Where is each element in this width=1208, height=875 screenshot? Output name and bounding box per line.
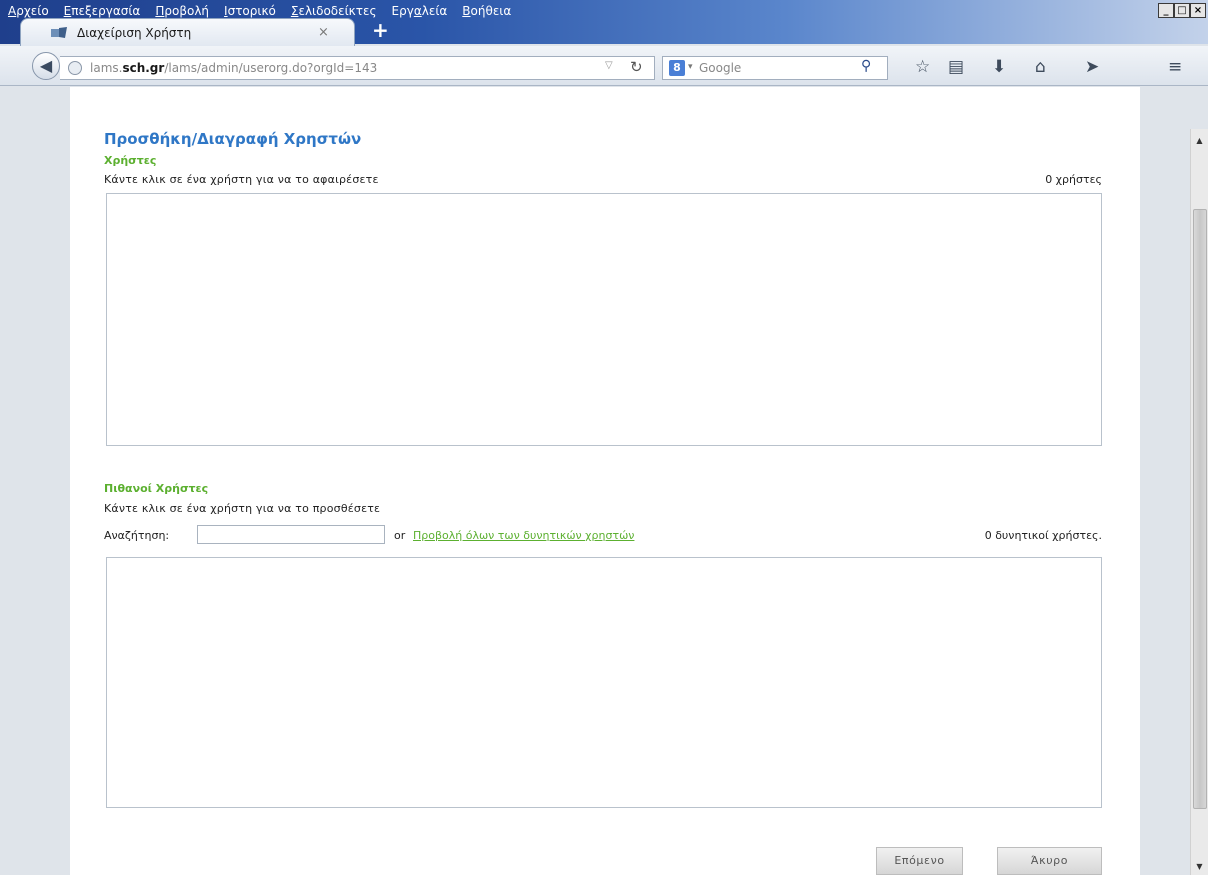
menu-view[interactable]: Προβολή <box>149 4 218 18</box>
maximize-button[interactable]: □ <box>1174 3 1190 18</box>
users-section-heading: Χρήστες <box>104 154 157 167</box>
url-history-dropdown-icon[interactable]: ▽ <box>605 60 613 71</box>
share-icon[interactable]: ➤ <box>1085 59 1099 76</box>
users-count: 0 χρήστες <box>1045 173 1102 186</box>
navigation-toolbar: lams.sch.gr/lams/admin/userorg.do?orgId=… <box>0 46 1208 86</box>
users-list[interactable] <box>106 193 1102 446</box>
bookmark-star-icon[interactable]: ☆ <box>915 59 930 76</box>
home-icon[interactable]: ⌂ <box>1035 59 1046 76</box>
potential-users-list[interactable] <box>106 557 1102 808</box>
page-title: Προσθήκη/Διαγραφή Χρηστών <box>104 130 362 148</box>
next-button[interactable]: Επόμενο <box>876 847 963 875</box>
reload-icon[interactable]: ↻ <box>630 58 643 76</box>
menu-edit[interactable]: Επεξεργασία <box>58 4 150 18</box>
potential-users-section-heading: Πιθανοί Χρήστες <box>104 482 209 495</box>
google-search-engine-icon[interactable]: 8 <box>669 60 685 76</box>
page-viewport: Προσθήκη/Διαγραφή Χρηστών Χρήστες Κάντε … <box>0 87 1190 875</box>
downloads-icon[interactable]: ⬇ <box>992 59 1006 76</box>
url-text: lams.sch.gr/lams/admin/userorg.do?orgId=… <box>90 61 378 75</box>
cancel-button[interactable]: Άκυρο <box>997 847 1102 875</box>
menu-help[interactable]: Βοήθεια <box>456 4 520 18</box>
search-placeholder: Google <box>699 61 742 75</box>
tab-title: Διαχείριση Χρήστη <box>77 26 192 40</box>
search-engine-dropdown-icon[interactable]: ▾ <box>688 62 693 72</box>
page-scrollbar[interactable]: ▲ ▼ <box>1190 129 1208 875</box>
new-tab-icon[interactable]: + <box>372 20 389 40</box>
menu-history[interactable]: Ιστορικό <box>218 4 285 18</box>
back-arrow-icon: ◀ <box>39 56 53 75</box>
menu-bar: Αρχείο Επεξεργασία Προβολή Ιστορικό Σελι… <box>8 4 520 18</box>
globe-icon <box>68 61 82 75</box>
tab-close-icon[interactable]: × <box>318 25 329 40</box>
search-label: Αναζήτηση: <box>104 529 170 542</box>
menu-bookmarks[interactable]: Σελιδοδείκτες <box>285 4 386 18</box>
or-text: or <box>394 529 406 542</box>
potential-users-count: 0 δυνητικοί χρήστες. <box>984 529 1102 542</box>
menu-tools[interactable]: Εργαλεία <box>386 4 457 18</box>
minimize-button[interactable]: _ <box>1158 3 1174 18</box>
scrollbar-thumb[interactable] <box>1193 209 1207 809</box>
menu-hamburger-icon[interactable]: ≡ <box>1168 59 1182 76</box>
browser-tab[interactable]: Διαχείριση Χρήστη × <box>20 18 355 46</box>
content-panel: Προσθήκη/Διαγραφή Χρηστών Χρήστες Κάντε … <box>70 87 1140 875</box>
url-bar[interactable]: lams.sch.gr/lams/admin/userorg.do?orgId=… <box>60 56 655 80</box>
tab-favicon-icon <box>51 27 67 38</box>
menu-file[interactable]: Αρχείο <box>8 4 58 18</box>
bookmarks-menu-icon[interactable]: ▤ <box>948 59 964 76</box>
scroll-up-arrow-icon[interactable]: ▲ <box>1191 132 1208 149</box>
close-window-button[interactable]: × <box>1190 3 1206 18</box>
potential-users-hint: Κάντε κλικ σε ένα χρήστη για να το προσθ… <box>104 502 381 515</box>
window-controls: _ □ × <box>1158 3 1206 18</box>
show-all-potential-users-link[interactable]: Προβολή όλων των δυνητικών χρηστών <box>413 529 634 542</box>
back-button[interactable]: ◀ <box>32 52 60 80</box>
user-search-input[interactable] <box>197 525 385 544</box>
search-icon[interactable]: ⚲ <box>861 58 871 74</box>
search-bar[interactable]: 8 ▾ Google ⚲ <box>662 56 888 80</box>
users-hint: Κάντε κλικ σε ένα χρήστη για να το αφαιρ… <box>104 173 379 186</box>
scroll-down-arrow-icon[interactable]: ▼ <box>1191 858 1208 875</box>
